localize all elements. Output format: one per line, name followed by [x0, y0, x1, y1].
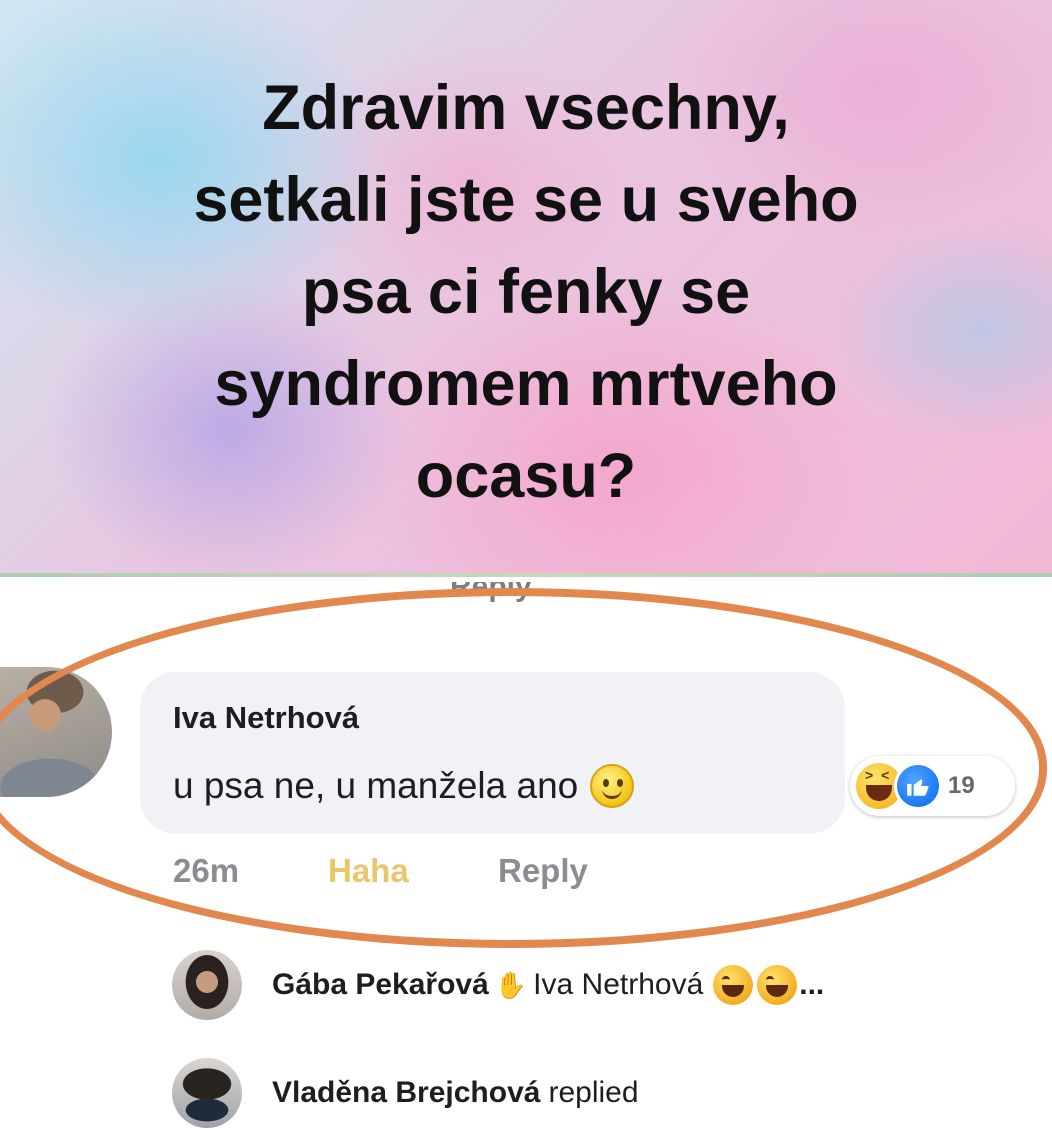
like-icon	[894, 762, 942, 810]
post-text-line: Zdravim vsechny,	[262, 73, 790, 143]
banner-divider	[0, 573, 1052, 577]
reply-preview[interactable]: Vladěna Brejchová replied	[172, 1058, 639, 1128]
smile-icon	[590, 764, 635, 808]
comment-time[interactable]: 26m	[173, 852, 328, 890]
avatar[interactable]	[172, 1058, 242, 1128]
post-text-line: setkali jste se u sveho	[193, 165, 859, 235]
post-text-line: syndromem mrtveho	[214, 349, 838, 419]
laugh-icon	[713, 965, 754, 1005]
reply-button[interactable]: Reply	[498, 852, 588, 890]
reply-ellipsis: ...	[799, 968, 825, 1001]
reply-author[interactable]: Gába Pekařová	[272, 968, 489, 1002]
reply-preview[interactable]: Gába Pekařová ✋ Iva Netrhová ...	[172, 950, 824, 1020]
reply-author[interactable]: Vladěna Brejchová	[272, 1076, 540, 1110]
comment-text: u psa ne, u manžela ano	[173, 765, 579, 806]
comment-body: u psa ne, u manžela ano	[173, 764, 635, 808]
post-text-line: psa ci fenky se	[301, 257, 751, 327]
previous-comment-reply-button[interactable]: Reply	[450, 582, 532, 604]
wave-icon: ✋	[494, 969, 528, 1000]
post-banner: Zdravim vsechny, setkali jste se u sveho…	[0, 0, 1052, 575]
laugh-icon	[757, 965, 798, 1005]
reaction-summary[interactable]: 19	[850, 756, 1015, 816]
post-text: Zdravim vsechny, setkali jste se u sveho…	[60, 62, 992, 522]
replied-label: replied	[548, 1076, 639, 1109]
reply-target: Iva Netrhová	[533, 968, 704, 1001]
haha-reaction-button[interactable]: Haha	[328, 852, 498, 890]
post-text-line: ocasu?	[415, 441, 637, 511]
comment-bubble	[140, 672, 845, 834]
comment-author[interactable]: Iva Netrhová	[173, 700, 359, 736]
avatar[interactable]	[0, 667, 112, 797]
avatar[interactable]	[172, 950, 242, 1020]
comment-actions: 26m Haha Reply	[173, 852, 588, 890]
previous-comment-meta: Reply	[170, 582, 532, 616]
reaction-count: 19	[948, 772, 975, 799]
